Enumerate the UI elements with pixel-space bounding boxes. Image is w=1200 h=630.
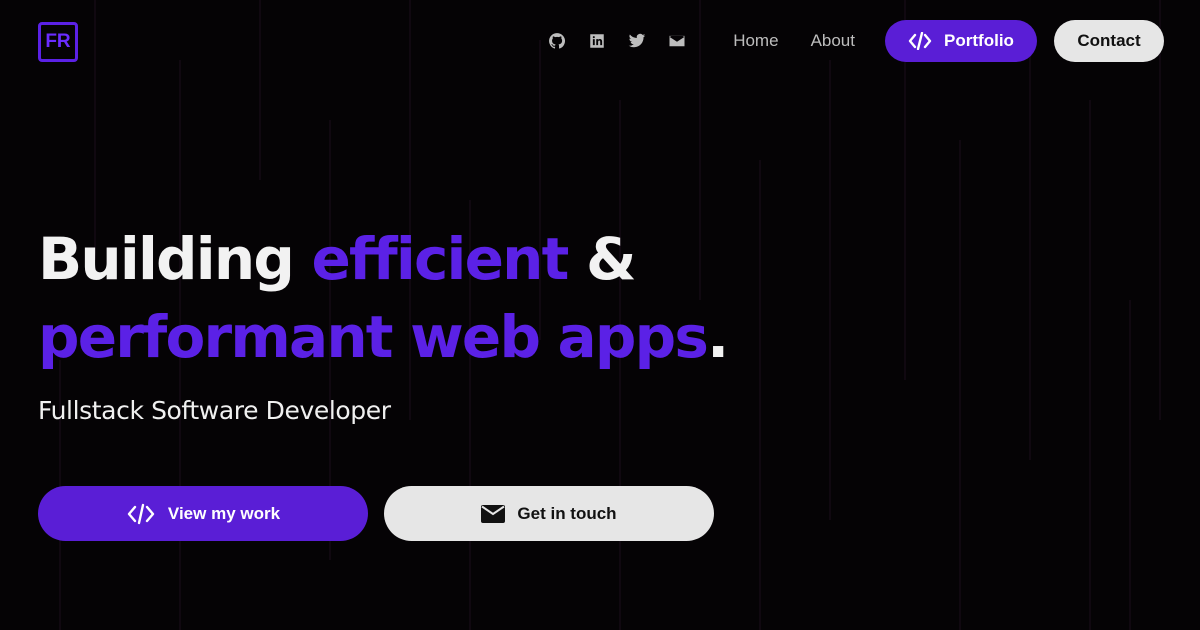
nav-link-home[interactable]: Home <box>733 31 778 51</box>
code-icon <box>126 503 156 525</box>
social-links <box>537 31 697 51</box>
github-icon[interactable] <box>547 31 567 51</box>
portfolio-label: Portfolio <box>944 31 1014 50</box>
headline-accent: performant web apps <box>38 303 709 371</box>
brand-logo[interactable]: FR <box>38 22 78 62</box>
headline-line-2: performant web apps. <box>38 298 729 376</box>
view-my-work-label: View my work <box>167 503 281 523</box>
code-icon <box>908 32 932 50</box>
portfolio-button[interactable]: Portfolio <box>885 20 1037 62</box>
hero-subtitle: Fullstack Software Developer <box>38 396 391 425</box>
headline-accent: efficient <box>311 225 569 293</box>
hero-section: Building efficient & performant web apps… <box>38 220 729 425</box>
twitter-icon[interactable] <box>627 31 647 51</box>
nav-link-about[interactable]: About <box>811 31 855 51</box>
contact-label: Contact <box>1077 31 1141 50</box>
mail-icon[interactable] <box>667 31 687 51</box>
headline-line-1: Building efficient & <box>38 220 727 298</box>
view-my-work-button[interactable]: View my work <box>38 486 368 541</box>
cta-buttons: View my work Get in touch <box>38 486 714 541</box>
landing-page: FR Home About Portfolio Contact Building… <box>0 0 1200 630</box>
mail-icon <box>481 504 506 523</box>
headline-text: & <box>567 225 637 293</box>
get-in-touch-button[interactable]: Get in touch <box>384 486 714 541</box>
linkedin-icon[interactable] <box>587 31 607 51</box>
headline-text: Building <box>38 225 312 293</box>
hero-headline: Building efficient & performant web apps… <box>38 220 729 376</box>
brand-logo-text: FR <box>45 31 71 52</box>
top-nav: Home About Portfolio Contact <box>537 20 1164 62</box>
headline-period: . <box>707 303 729 371</box>
contact-button[interactable]: Contact <box>1054 20 1164 62</box>
get-in-touch-label: Get in touch <box>517 503 617 523</box>
